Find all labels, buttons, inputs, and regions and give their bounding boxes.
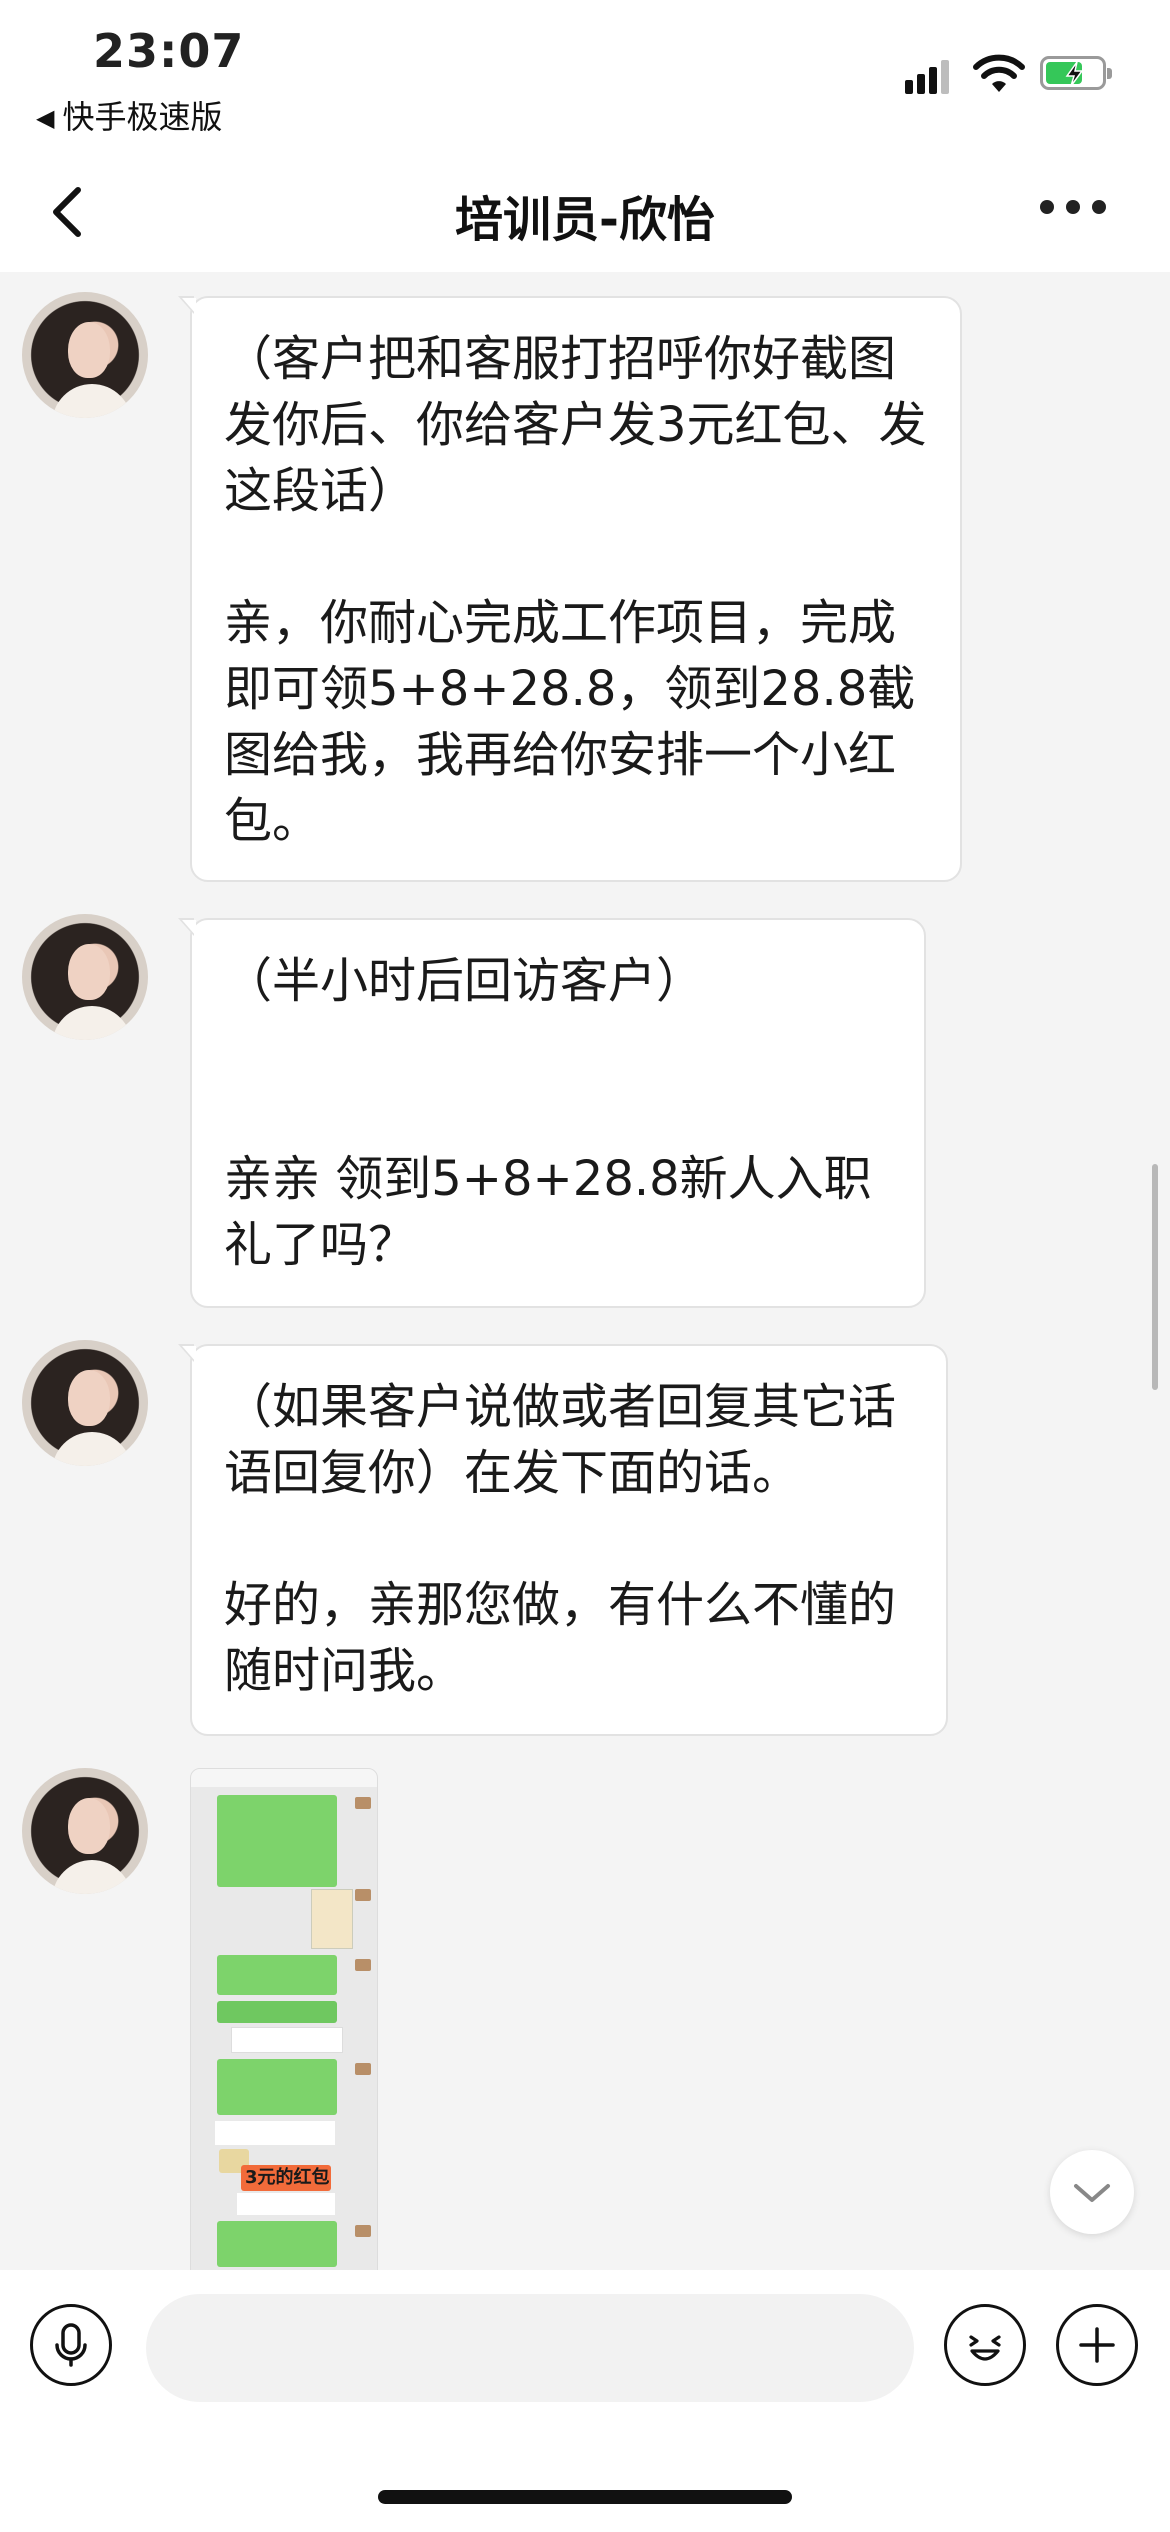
- back-app-label: 快手极速版: [62, 98, 223, 136]
- contact-avatar[interactable]: [22, 1340, 148, 1466]
- plus-icon: [1079, 2327, 1115, 2363]
- chat-scrollbar[interactable]: [1152, 1164, 1158, 1390]
- emoji-icon: [969, 2335, 1001, 2361]
- cellular-signal-icon: [905, 58, 957, 94]
- back-triangle-icon: ◀: [36, 104, 55, 132]
- chat-messages[interactable]: （客户把和客服打招呼你好截图发你后、你给客户发3元红包、发这段话） 亲，你耐心完…: [0, 272, 1170, 2270]
- message-bubble[interactable]: （半小时后回访客户） 亲亲 领到5+8+28.8新人入职礼了吗？: [178, 918, 926, 1308]
- home-indicator[interactable]: [378, 2490, 792, 2504]
- input-bar: [0, 2270, 1170, 2532]
- chat-title: 培训员-欣怡: [455, 192, 715, 248]
- image-message-thumbnail[interactable]: 3元的红包: [190, 1768, 378, 2270]
- contact-avatar[interactable]: [22, 914, 148, 1040]
- message-row: （客户把和客服打招呼你好截图发你后、你给客户发3元红包、发这段话） 亲，你耐心完…: [0, 272, 1170, 882]
- message-row: （半小时后回访客户） 亲亲 领到5+8+28.8新人入职礼了吗？: [0, 894, 1170, 1314]
- message-bubble[interactable]: （如果客户说做或者回复其它话语回复你）在发下面的话。 好的，亲那您做，有什么不懂…: [178, 1344, 948, 1736]
- status-time: 23:07: [93, 24, 245, 78]
- more-options-icon[interactable]: [1040, 200, 1110, 220]
- message-bubble[interactable]: （客户把和客服打招呼你好截图发你后、你给客户发3元红包、发这段话） 亲，你耐心完…: [178, 296, 962, 882]
- message-row: 3元的红包: [0, 1748, 1170, 2270]
- back-to-app-link[interactable]: ◀ 快手极速版: [36, 92, 222, 138]
- scroll-to-bottom-button[interactable]: [1050, 2150, 1134, 2234]
- message-row: （如果客户说做或者回复其它话语回复你）在发下面的话。 好的，亲那您做，有什么不懂…: [0, 1320, 1170, 1740]
- contact-avatar[interactable]: [22, 292, 148, 418]
- voice-input-button[interactable]: [30, 2304, 112, 2386]
- battery-icon: [1040, 56, 1112, 90]
- nav-bar: 培训员-欣怡: [0, 150, 1170, 272]
- image-caption: 3元的红包: [245, 2167, 330, 2188]
- emoji-button[interactable]: [944, 2304, 1026, 2386]
- microphone-icon: [55, 2323, 87, 2367]
- more-actions-button[interactable]: [1056, 2304, 1138, 2386]
- status-bar: 23:07 ◀ 快手极速版: [0, 0, 1170, 150]
- message-input[interactable]: [146, 2294, 914, 2402]
- contact-avatar[interactable]: [22, 1768, 148, 1894]
- wifi-icon: [973, 54, 1025, 92]
